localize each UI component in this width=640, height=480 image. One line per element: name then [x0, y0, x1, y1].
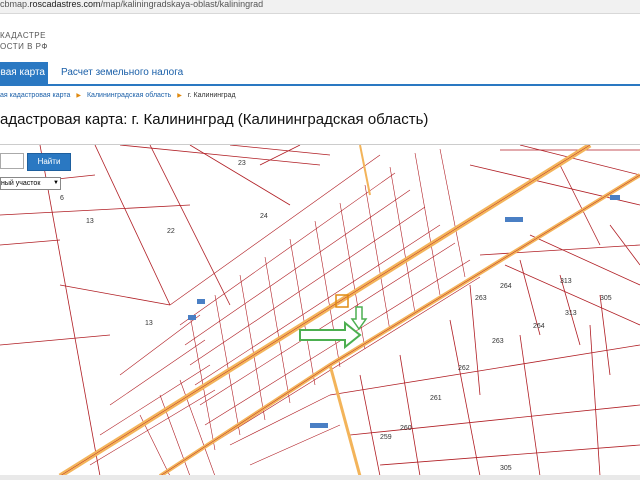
arrow-right-icon — [299, 320, 362, 350]
parcel-label: 305 — [600, 295, 612, 302]
breadcrumb-city: г. Калининград — [187, 92, 236, 99]
logo-line-1: КАДАСТРЕ — [0, 31, 46, 40]
map-canvas[interactable]: 23 24 22 13 6 13 263 264 313 305 262 261… — [0, 145, 640, 476]
road-sign-markers — [188, 195, 620, 428]
parcel-label: 22 — [167, 228, 175, 235]
breadcrumb-region[interactable]: Калининградская область — [87, 92, 171, 99]
tab-cadastral-map[interactable]: ровая карта — [0, 62, 48, 84]
parcel-label: 6 — [60, 195, 64, 202]
parcel-label: 313 — [565, 310, 577, 317]
chevron-down-icon: ▼ — [53, 180, 59, 186]
parcel-label: 305 — [500, 465, 512, 472]
chevron-right-icon: ▶ — [76, 93, 81, 99]
parcel-label: 24 — [260, 213, 268, 220]
tab-land-tax[interactable]: Расчет земельного налога — [61, 62, 183, 84]
parcel-label: 13 — [145, 320, 153, 327]
main-nav: ровая карта Расчет земельного налога — [0, 62, 640, 84]
site-logo[interactable]: КАДАСТРЕ ОСТИ В РФ — [0, 30, 48, 52]
arrow-down-icon — [350, 306, 368, 331]
nav-divider — [0, 84, 640, 86]
parcel-label: 262 — [458, 365, 470, 372]
road-sign-marker[interactable] — [610, 195, 620, 200]
parcel-label: 263 — [475, 295, 487, 302]
parcel-label: 13 — [86, 218, 94, 225]
urban-block-grid — [89, 148, 481, 476]
road-sign-marker[interactable] — [188, 315, 196, 320]
status-bar — [0, 475, 640, 480]
parcel-label: 264 — [500, 283, 512, 290]
parcel-label: 259 — [380, 434, 392, 441]
road-sign-marker[interactable] — [505, 217, 523, 222]
url-text: cbmap.roscadastres.com/map/kaliningradsk… — [0, 0, 264, 9]
address-bar[interactable]: cbmap.roscadastres.com/map/kaliningradsk… — [0, 0, 640, 14]
parcel-label: 260 — [400, 425, 412, 432]
search-input[interactable] — [0, 153, 24, 169]
road-sign-marker[interactable] — [310, 423, 328, 428]
parcel-label: 263 — [492, 338, 504, 345]
parcel-label: 23 — [238, 160, 246, 167]
road-sign-marker[interactable] — [197, 299, 205, 304]
object-type-select[interactable]: ный участок ▼ — [0, 177, 61, 190]
roads — [58, 145, 640, 476]
object-type-selected: ный участок — [1, 180, 41, 187]
parcel-label: 261 — [430, 395, 442, 402]
breadcrumb: ая кадастровая карта ▶ Калининградская обл… — [0, 92, 236, 99]
page-title: адастровая карта: г. Калининград (Калини… — [0, 111, 429, 128]
breadcrumb-cadastral-map[interactable]: ая кадастровая карта — [0, 92, 70, 99]
parcel-label: 313 — [560, 278, 572, 285]
chevron-right-icon: ▶ — [177, 93, 182, 99]
logo-line-2: ОСТИ В РФ — [0, 42, 48, 51]
parcel-label: 264 — [533, 323, 545, 330]
cadastral-map[interactable]: 23 24 22 13 6 13 263 264 313 305 262 261… — [0, 144, 640, 476]
find-button[interactable]: Найти — [27, 153, 71, 171]
